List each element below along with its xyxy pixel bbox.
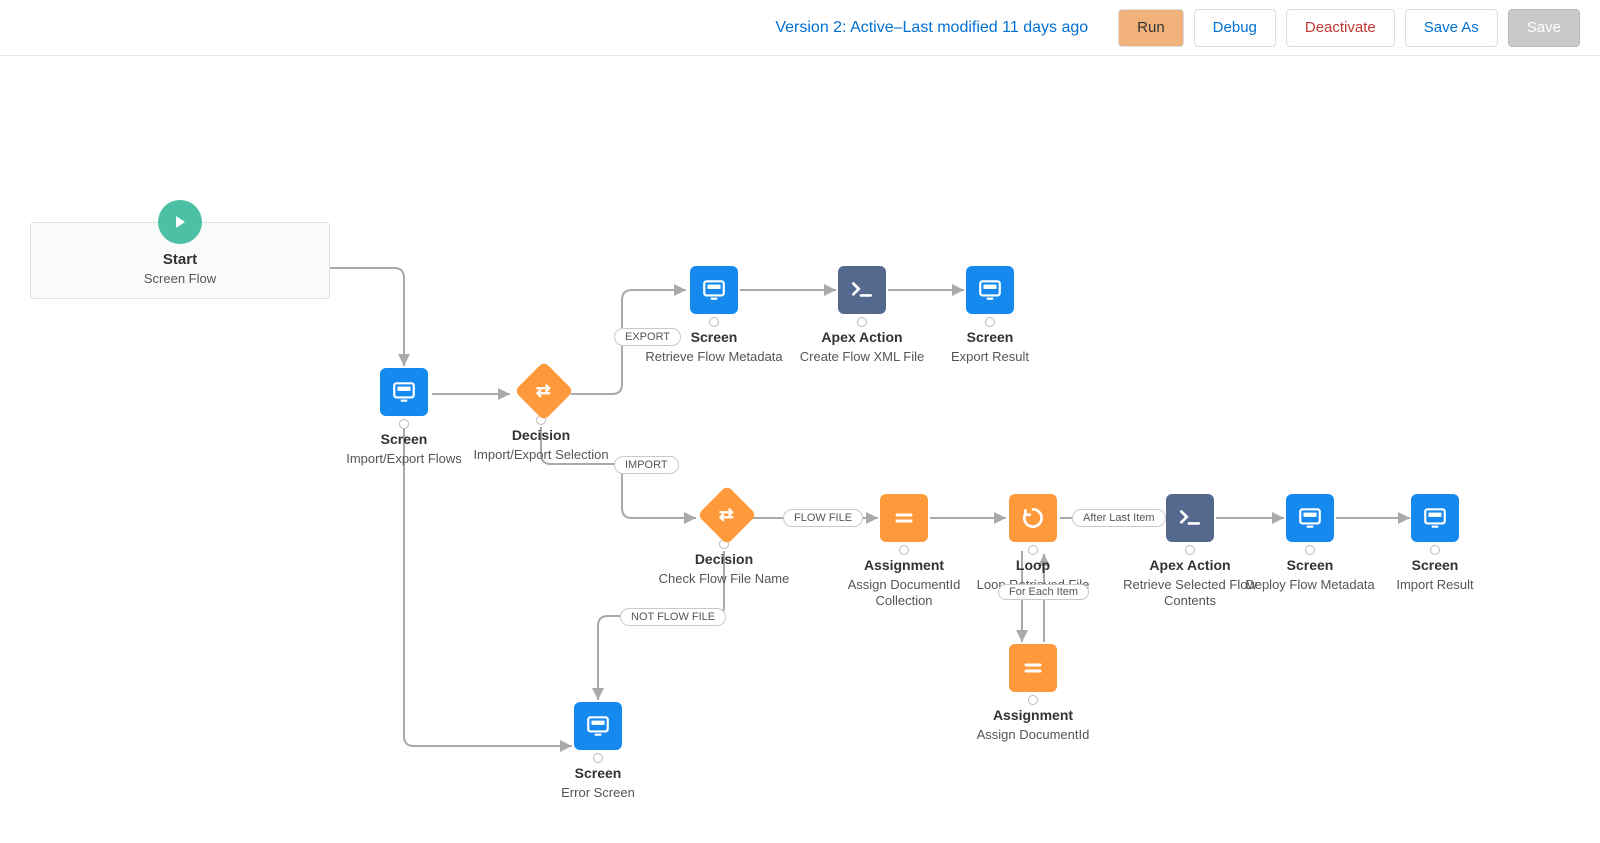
node-sub: Retrieve Flow Metadata	[645, 349, 782, 365]
start-title: Start	[41, 251, 319, 268]
edge-label-after-last[interactable]: After Last Item	[1072, 509, 1166, 527]
node-title: Screen	[691, 329, 738, 347]
node-decision-check-file[interactable]: ⇄ Decision Check Flow File Name	[654, 488, 794, 587]
node-title: Assignment	[993, 707, 1073, 725]
node-deploy-metadata[interactable]: Screen Deploy Flow Metadata	[1240, 494, 1380, 593]
node-sub: Assign DocumentId	[977, 727, 1090, 743]
debug-button[interactable]: Debug	[1194, 9, 1276, 47]
node-sub: Import/Export Flows	[346, 451, 462, 467]
assignment-icon	[880, 494, 928, 542]
screen-icon	[690, 266, 738, 314]
node-sub: Create Flow XML File	[800, 349, 925, 365]
connector-handle[interactable]	[593, 753, 603, 763]
node-sub: Retrieve Selected Flow Contents	[1120, 577, 1260, 610]
node-sub: Error Screen	[561, 785, 635, 801]
save-as-button[interactable]: Save As	[1405, 9, 1498, 47]
assignment-icon	[1009, 644, 1057, 692]
node-import-export-screen[interactable]: Screen Import/Export Flows	[334, 368, 474, 467]
connector-handle[interactable]	[899, 545, 909, 555]
node-title: Screen	[575, 765, 622, 783]
edge-label-flow-file[interactable]: FLOW FILE	[783, 509, 863, 527]
screen-icon	[1411, 494, 1459, 542]
node-sub: Export Result	[951, 349, 1029, 365]
node-import-result[interactable]: Screen Import Result	[1365, 494, 1505, 593]
node-sub: Deploy Flow Metadata	[1245, 577, 1374, 593]
node-title: Screen	[967, 329, 1014, 347]
decision-icon: ⇄	[517, 364, 565, 412]
play-icon	[158, 200, 202, 244]
start-node[interactable]: Start Screen Flow	[30, 200, 330, 299]
node-sub: Assign DocumentId Collection	[834, 577, 974, 610]
edge-label-not-flow-file[interactable]: NOT FLOW FILE	[620, 608, 726, 626]
node-title: Apex Action	[1149, 557, 1230, 575]
connectors	[0, 56, 1600, 843]
flow-canvas[interactable]: Start Screen Flow Screen Import/Export F…	[0, 56, 1600, 843]
node-title: Decision	[695, 551, 753, 569]
node-error-screen[interactable]: Screen Error Screen	[528, 702, 668, 801]
node-create-flow-xml[interactable]: Apex Action Create Flow XML File	[792, 266, 932, 365]
node-sub: Import Result	[1396, 577, 1473, 593]
edge-label-for-each[interactable]: For Each Item	[998, 584, 1089, 600]
apex-icon	[1166, 494, 1214, 542]
connector-handle[interactable]	[1305, 545, 1315, 555]
node-title: Decision	[512, 427, 570, 445]
node-sub: Import/Export Selection	[473, 447, 608, 463]
node-retrieve-flow-metadata[interactable]: Screen Retrieve Flow Metadata	[644, 266, 784, 365]
screen-icon	[380, 368, 428, 416]
node-title: Assignment	[864, 557, 944, 575]
loop-icon	[1009, 494, 1057, 542]
version-label: Version 2: Active–Last modified 11 days …	[775, 19, 1088, 37]
connector-handle[interactable]	[1028, 695, 1038, 705]
toolbar: Version 2: Active–Last modified 11 days …	[0, 0, 1600, 56]
connector-handle[interactable]	[985, 317, 995, 327]
node-title: Loop	[1016, 557, 1050, 575]
node-assign-documentid[interactable]: Assignment Assign DocumentId	[963, 644, 1103, 743]
apex-icon	[838, 266, 886, 314]
deactivate-button[interactable]: Deactivate	[1286, 9, 1395, 47]
decision-icon: ⇄	[700, 488, 748, 536]
node-title: Screen	[1287, 557, 1334, 575]
connector-handle[interactable]	[709, 317, 719, 327]
connector-handle[interactable]	[1028, 545, 1038, 555]
start-sub: Screen Flow	[41, 271, 319, 286]
run-button[interactable]: Run	[1118, 9, 1184, 47]
node-title: Screen	[381, 431, 428, 449]
screen-icon	[966, 266, 1014, 314]
node-decision-import-export[interactable]: ⇄ Decision Import/Export Selection	[471, 364, 611, 463]
connector-handle[interactable]	[1430, 545, 1440, 555]
connector-handle[interactable]	[399, 419, 409, 429]
save-button[interactable]: Save	[1508, 9, 1580, 47]
connector-handle[interactable]	[1185, 545, 1195, 555]
screen-icon	[574, 702, 622, 750]
node-sub: Check Flow File Name	[659, 571, 790, 587]
node-title: Screen	[1412, 557, 1459, 575]
node-export-result[interactable]: Screen Export Result	[920, 266, 1060, 365]
screen-icon	[1286, 494, 1334, 542]
edge-label-export[interactable]: EXPORT	[614, 328, 681, 346]
connector-handle[interactable]	[857, 317, 867, 327]
edge-label-import[interactable]: IMPORT	[614, 456, 679, 474]
node-title: Apex Action	[821, 329, 902, 347]
